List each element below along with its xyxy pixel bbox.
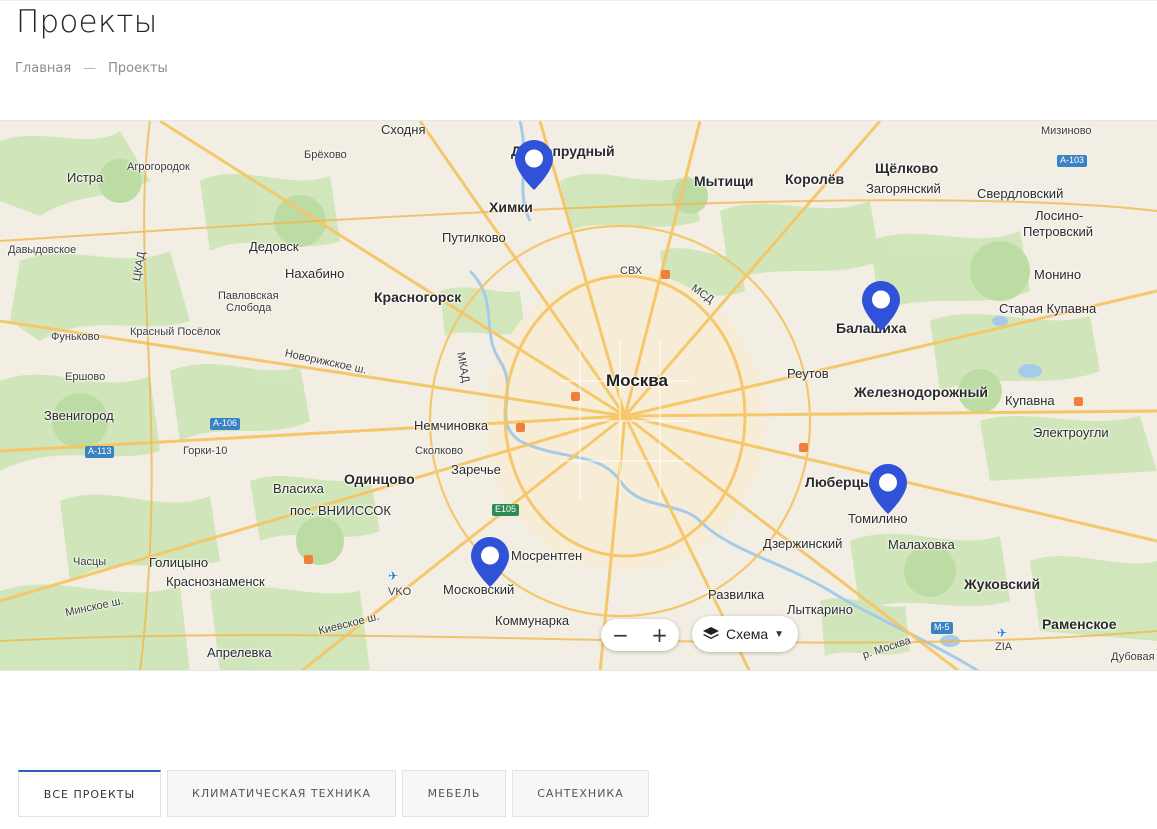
road-badge: A-106 (210, 418, 241, 430)
airport-label: VKO (388, 586, 412, 598)
breadcrumb-separator: — (83, 61, 97, 76)
map-place-label: Агрогородок (127, 161, 190, 173)
map-place-label: Заречье (451, 462, 501, 477)
airport-label: ZIA (995, 641, 1013, 653)
breadcrumb-current: Проекты (108, 61, 168, 76)
map-marker-pin[interactable] (514, 139, 554, 191)
map-place-label: Слобода (226, 302, 272, 314)
map-place-label: Мосрентген (511, 548, 583, 563)
map-place-label: Давыдовское (8, 244, 77, 256)
map-place-label: Ершово (65, 371, 106, 383)
map-place-label: Краснознаменск (166, 574, 265, 589)
map-place-label: Голицыно (149, 555, 209, 570)
map-place-label: Звенигород (44, 408, 114, 423)
layers-icon (703, 627, 719, 639)
road-badge: M-5 (931, 622, 953, 634)
tab-furniture[interactable]: МЕБЕЛЬ (402, 770, 506, 817)
airport-icon: ✈ (997, 626, 1008, 640)
road-badge: E105 (492, 504, 520, 516)
map-place-label: Одинцово (344, 471, 415, 487)
map-place-label: Электроугли (1033, 425, 1109, 440)
map-place-label: Горки-10 (183, 445, 228, 457)
caret-down-icon: ▼ (774, 628, 785, 640)
map-place-label: Мытищи (694, 173, 754, 189)
map-place-label: Истра (67, 170, 104, 185)
map-place-label: Купавна (1005, 393, 1055, 408)
map-place-label: Апрелевка (207, 645, 272, 660)
map-marker-pin[interactable] (470, 536, 510, 588)
map-place-label: Павловская (218, 290, 279, 302)
road-badge: A-113 (85, 446, 115, 458)
projects-map[interactable]: Сходня Долгопрудный Мизиново Брёхово Агр… (0, 120, 1157, 671)
map-place-label: СВХ (620, 265, 643, 277)
map-place-label: Королёв (785, 171, 845, 187)
map-place-label: Сходня (381, 122, 426, 137)
page-title: Проекты (16, 4, 158, 40)
map-place-label: Свердловский (977, 186, 1064, 201)
map-place-label: Загорянский (866, 181, 941, 196)
map-place-label: Щёлково (875, 160, 939, 176)
breadcrumb: Главная — Проекты (15, 61, 168, 76)
map-place-label: Часцы (73, 556, 107, 568)
map-place-label: Дедовск (249, 239, 299, 254)
map-place-label: Дзержинский (763, 536, 843, 551)
map-place-label: Фуньково (51, 331, 100, 343)
map-place-label: Малаховка (888, 537, 955, 552)
airport-icon: ✈ (388, 569, 399, 583)
zoom-out-button[interactable]: − (606, 619, 636, 651)
map-place-label: Старая Купавна (999, 301, 1097, 316)
map-place-label: Сколково (415, 445, 464, 457)
map-place-label: Железнодорожный (854, 384, 989, 400)
map-place-label: Монино (1034, 267, 1082, 282)
map-place-label: Красный Посёлок (130, 326, 221, 338)
map-place-label: Люберцы (805, 474, 873, 490)
map-place-label: Развилка (708, 587, 765, 602)
map-marker-pin[interactable] (861, 280, 901, 332)
map-place-label: Брёхово (304, 149, 347, 161)
tab-climate-equipment[interactable]: КЛИМАТИЧЕСКАЯ ТЕХНИКА (167, 770, 396, 817)
map-place-label: Нахабино (285, 266, 345, 281)
tab-plumbing[interactable]: САНТЕХНИКА (512, 770, 649, 817)
top-divider (0, 0, 1157, 1)
zoom-control: − + (601, 619, 679, 651)
zoom-in-button[interactable]: + (645, 619, 675, 651)
map-place-label: Петровский (1023, 224, 1094, 239)
map-marker-pin[interactable] (868, 463, 908, 515)
map-place-label: Путилково (442, 230, 506, 245)
map-place-label: Жуковский (964, 576, 1041, 592)
map-place-label: Дубовая (1111, 651, 1155, 663)
breadcrumb-home-link[interactable]: Главная (15, 61, 71, 76)
map-place-label: Мизиново (1041, 125, 1092, 137)
map-place-label: Немчиновка (414, 418, 489, 433)
map-place-label: пос. ВНИИССОК (290, 503, 391, 518)
map-place-label: Химки (489, 199, 533, 215)
map-place-label: Москва (606, 371, 668, 390)
map-place-label: Реутов (787, 366, 829, 381)
road-badge: A-103 (1057, 155, 1088, 167)
map-layers-label: Схема (726, 626, 769, 642)
map-place-label: Красногорск (374, 289, 462, 305)
map-place-label: Власиха (273, 481, 324, 496)
map-layers-button[interactable]: Схема ▼ (692, 616, 798, 652)
tab-all-projects[interactable]: ВСЕ ПРОЕКТЫ (18, 770, 161, 817)
map-place-label: Раменское (1042, 616, 1117, 632)
map-place-label: Лыткарино (787, 602, 853, 617)
project-category-tabs: ВСЕ ПРОЕКТЫ КЛИМАТИЧЕСКАЯ ТЕХНИКА МЕБЕЛЬ… (18, 770, 649, 817)
map-place-label: Лосино- (1035, 208, 1084, 223)
map-place-label: Коммунарка (495, 613, 570, 628)
